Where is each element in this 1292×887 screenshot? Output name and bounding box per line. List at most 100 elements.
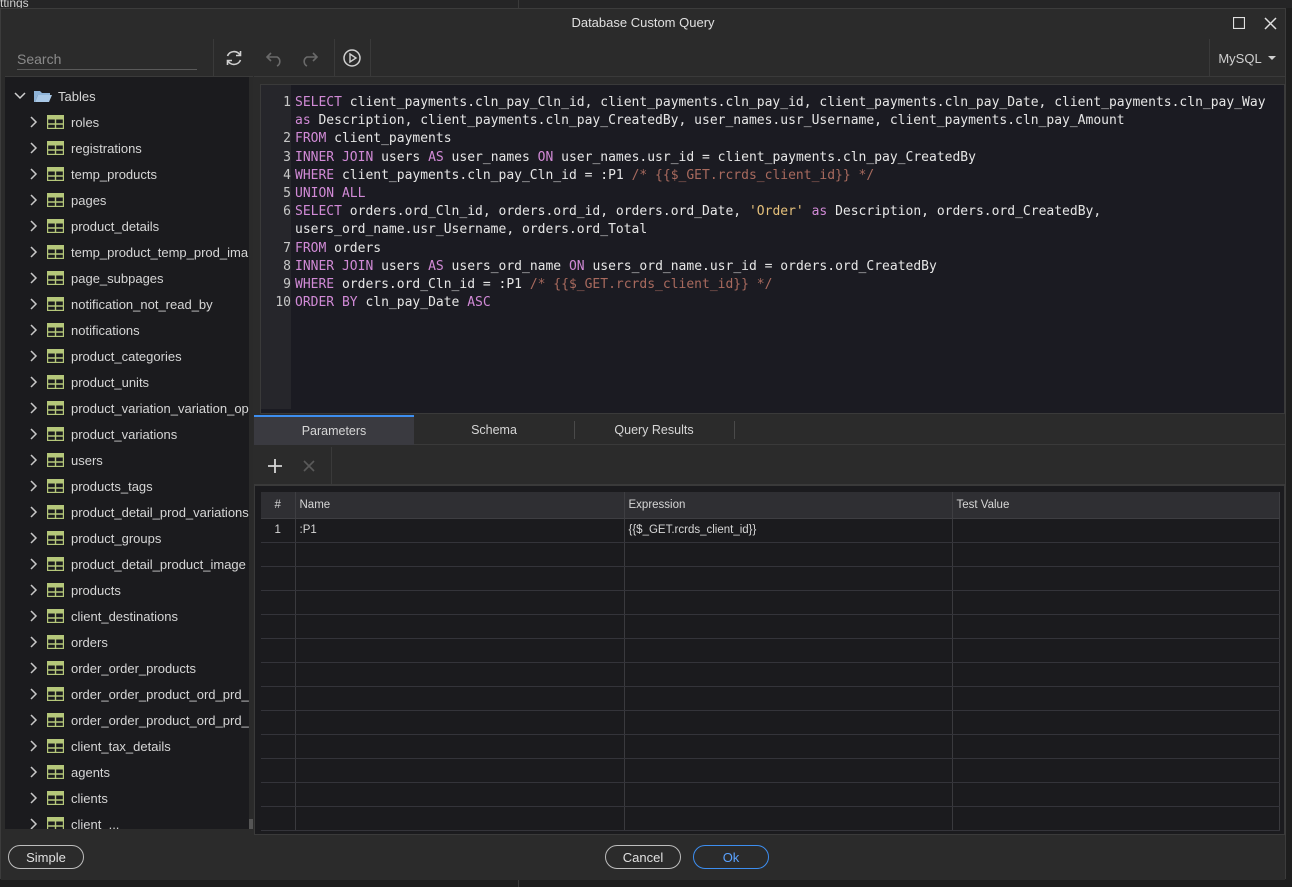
ok-button[interactable]: Ok — [693, 845, 769, 869]
table-row[interactable]: 1 :P1 {{$_GET.rcrds_client_id}} — [261, 518, 1280, 543]
table-row[interactable] — [261, 806, 1280, 831]
tree-item-table[interactable]: pages — [5, 187, 249, 213]
chevron-right-icon[interactable] — [27, 401, 41, 415]
table-row[interactable] — [261, 686, 1280, 711]
search-input[interactable] — [17, 48, 197, 70]
param-expression-cell[interactable] — [624, 734, 953, 759]
tree-item-table[interactable]: product_groups — [5, 525, 249, 551]
tree-item-table[interactable]: users — [5, 447, 249, 473]
sql-editor[interactable]: 1 SELECT client_payments.cln_pay_Cln_id, … — [260, 84, 1285, 414]
tree-item-table[interactable]: page_subpages — [5, 265, 249, 291]
scrollbar-thumb[interactable] — [249, 819, 253, 829]
tree-item-table[interactable]: order_order_product_ord_prd_ — [5, 681, 249, 707]
table-row[interactable] — [261, 614, 1280, 639]
tree-item-table[interactable]: agents — [5, 759, 249, 785]
tree-item-table[interactable]: notification_not_read_by — [5, 291, 249, 317]
tab-schema[interactable]: Schema — [414, 415, 574, 445]
chevron-right-icon[interactable] — [27, 323, 41, 337]
chevron-right-icon[interactable] — [27, 739, 41, 753]
delete-parameter-icon[interactable] — [292, 447, 326, 485]
tree-item-table[interactable]: order_order_products — [5, 655, 249, 681]
sql-code[interactable]: 1 SELECT client_payments.cln_pay_Cln_id, … — [275, 94, 1280, 312]
chevron-right-icon[interactable] — [27, 245, 41, 259]
param-test-value-cell[interactable] — [952, 710, 1280, 735]
tree-item-table[interactable]: product_detail_product_image — [5, 551, 249, 577]
param-name-cell[interactable] — [295, 614, 625, 639]
chevron-right-icon[interactable] — [27, 635, 41, 649]
cancel-button[interactable]: Cancel — [605, 845, 681, 869]
chevron-right-icon[interactable] — [27, 271, 41, 285]
dialect-select[interactable]: MySQL — [1209, 39, 1285, 77]
tree-item-table[interactable]: product_variation_variation_op — [5, 395, 249, 421]
tab-parameters[interactable]: Parameters — [254, 415, 414, 445]
maximize-icon[interactable] — [1229, 13, 1249, 33]
tree-item-table[interactable]: products — [5, 577, 249, 603]
param-expression-cell[interactable] — [624, 638, 953, 663]
run-query-icon[interactable] — [335, 39, 369, 77]
tab-query-results[interactable]: Query Results — [574, 415, 734, 445]
chevron-right-icon[interactable] — [27, 557, 41, 571]
chevron-right-icon[interactable] — [27, 661, 41, 675]
chevron-right-icon[interactable] — [27, 219, 41, 233]
param-expression-cell[interactable] — [624, 542, 953, 567]
param-test-value-cell[interactable] — [952, 542, 1280, 567]
param-test-value-cell[interactable] — [952, 662, 1280, 687]
param-expression-cell[interactable] — [624, 782, 953, 807]
chevron-right-icon[interactable] — [27, 791, 41, 805]
chevron-right-icon[interactable] — [27, 427, 41, 441]
tree-item-table[interactable]: client_... — [5, 811, 249, 829]
table-row[interactable] — [261, 734, 1280, 759]
param-test-value-cell[interactable] — [952, 566, 1280, 591]
tree-item-table[interactable]: product_detail_prod_variations — [5, 499, 249, 525]
param-name-cell[interactable]: :P1 — [295, 518, 625, 543]
chevron-right-icon[interactable] — [27, 713, 41, 727]
tree-scrollbar[interactable] — [249, 77, 253, 829]
param-name-cell[interactable] — [295, 734, 625, 759]
param-expression-cell[interactable] — [624, 806, 953, 831]
chevron-right-icon[interactable] — [27, 583, 41, 597]
redo-icon[interactable] — [292, 39, 326, 77]
param-test-value-cell[interactable] — [952, 518, 1280, 543]
chevron-down-icon[interactable] — [13, 89, 27, 103]
tree-item-table[interactable]: registrations — [5, 135, 249, 161]
chevron-right-icon[interactable] — [27, 505, 41, 519]
tree-item-table[interactable]: temp_product_temp_prod_ima — [5, 239, 249, 265]
chevron-right-icon[interactable] — [27, 531, 41, 545]
table-row[interactable] — [261, 758, 1280, 783]
tree-item-table[interactable]: products_tags — [5, 473, 249, 499]
chevron-right-icon[interactable] — [27, 167, 41, 181]
table-row[interactable] — [261, 662, 1280, 687]
table-row[interactable] — [261, 710, 1280, 735]
undo-icon[interactable] — [258, 39, 292, 77]
tree-root-tables[interactable]: Tables — [5, 83, 249, 109]
tree-item-table[interactable]: orders — [5, 629, 249, 655]
add-parameter-icon[interactable] — [258, 447, 292, 485]
param-expression-cell[interactable] — [624, 614, 953, 639]
tree-item-table[interactable]: client_tax_details — [5, 733, 249, 759]
chevron-right-icon[interactable] — [27, 687, 41, 701]
chevron-right-icon[interactable] — [27, 115, 41, 129]
tree-item-table[interactable]: product_categories — [5, 343, 249, 369]
tree-item-table[interactable]: clients — [5, 785, 249, 811]
chevron-right-icon[interactable] — [27, 349, 41, 363]
param-test-value-cell[interactable] — [952, 782, 1280, 807]
param-name-cell[interactable] — [295, 686, 625, 711]
param-test-value-cell[interactable] — [952, 806, 1280, 831]
tree-item-table[interactable]: product_variations — [5, 421, 249, 447]
param-expression-cell[interactable] — [624, 590, 953, 615]
param-test-value-cell[interactable] — [952, 758, 1280, 783]
chevron-right-icon[interactable] — [27, 193, 41, 207]
param-expression-cell[interactable]: {{$_GET.rcrds_client_id}} — [624, 518, 953, 543]
chevron-right-icon[interactable] — [27, 297, 41, 311]
table-row[interactable] — [261, 542, 1280, 567]
tree-item-table[interactable]: product_units — [5, 369, 249, 395]
param-name-cell[interactable] — [295, 542, 625, 567]
param-expression-cell[interactable] — [624, 662, 953, 687]
param-name-cell[interactable] — [295, 806, 625, 831]
param-name-cell[interactable] — [295, 758, 625, 783]
param-name-cell[interactable] — [295, 638, 625, 663]
chevron-right-icon[interactable] — [27, 765, 41, 779]
param-name-cell[interactable] — [295, 710, 625, 735]
close-icon[interactable] — [1260, 13, 1280, 33]
tree-item-table[interactable]: roles — [5, 109, 249, 135]
